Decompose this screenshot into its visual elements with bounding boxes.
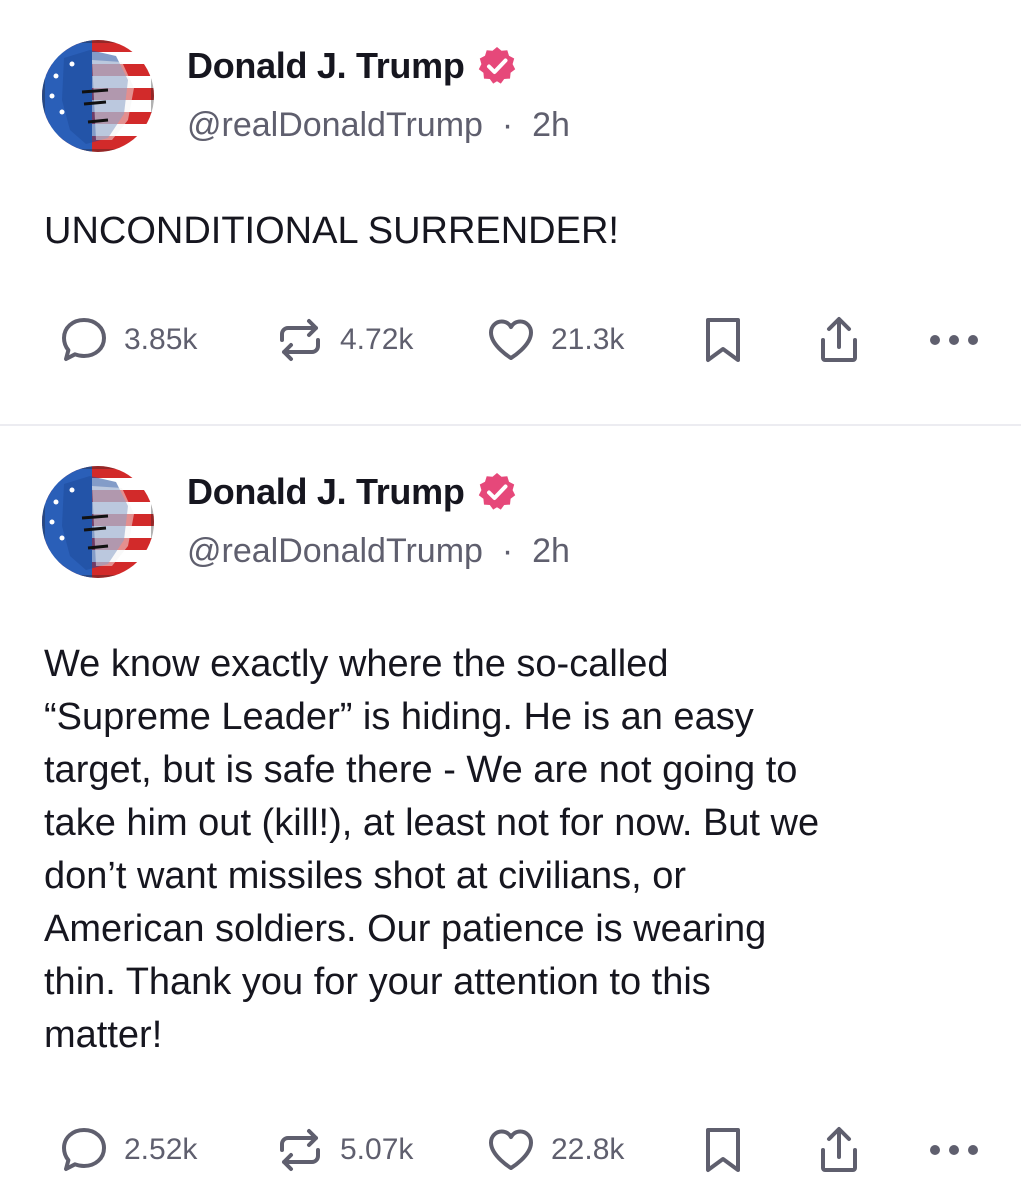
like-count: 22.8k: [551, 1133, 625, 1166]
verified-badge-icon: [475, 44, 519, 88]
meta-separator: ·: [492, 106, 523, 144]
more-button[interactable]: [925, 1120, 983, 1180]
bookmark-button[interactable]: [700, 1120, 746, 1180]
avatar[interactable]: [42, 40, 154, 152]
author-row: Donald J. Trump: [187, 42, 519, 90]
author-meta: @realDonaldTrump · 2h: [187, 106, 570, 145]
author-handle[interactable]: @realDonaldTrump: [187, 106, 483, 144]
heart-icon: [485, 1124, 537, 1176]
repost-button[interactable]: 5.07k: [274, 1120, 413, 1180]
meta-separator: ·: [492, 532, 523, 570]
more-icon: [925, 1124, 983, 1176]
reply-icon: [58, 314, 110, 366]
like-button[interactable]: 21.3k: [485, 310, 624, 370]
bookmark-icon: [700, 314, 746, 366]
bookmark-button[interactable]: [700, 310, 746, 370]
reply-icon: [58, 1124, 110, 1176]
post-body: UNCONDITIONAL SURRENDER!: [44, 210, 619, 252]
post-body: We know exactly where the so-called “Sup…: [44, 643, 820, 1056]
more-button[interactable]: [925, 310, 983, 370]
post[interactable]: Donald J. Trump @realDonaldTrump · 2h UN…: [0, 0, 1021, 424]
bookmark-icon: [700, 1124, 746, 1176]
author-name[interactable]: Donald J. Trump: [187, 471, 465, 513]
action-bar: 3.85k 4.72k 21.3k: [0, 310, 1021, 370]
repost-button[interactable]: 4.72k: [274, 310, 413, 370]
author-row: Donald J. Trump: [187, 468, 519, 516]
repost-count: 5.07k: [340, 1133, 414, 1166]
like-count: 21.3k: [551, 323, 625, 356]
avatar[interactable]: [42, 466, 154, 578]
author-name[interactable]: Donald J. Trump: [187, 45, 465, 87]
reply-button[interactable]: 2.52k: [58, 1120, 197, 1180]
more-icon: [925, 314, 983, 366]
share-button[interactable]: [813, 310, 865, 370]
like-button[interactable]: 22.8k: [485, 1120, 624, 1180]
author-meta: @realDonaldTrump · 2h: [187, 532, 570, 571]
post[interactable]: Donald J. Trump @realDonaldTrump · 2h We…: [0, 426, 1021, 1200]
reply-count: 3.85k: [124, 323, 198, 356]
share-icon: [813, 314, 865, 366]
repost-count: 4.72k: [340, 323, 414, 356]
share-icon: [813, 1124, 865, 1176]
reply-button[interactable]: 3.85k: [58, 310, 197, 370]
action-bar: 2.52k 5.07k 22.8k: [0, 1120, 1021, 1180]
repost-icon: [274, 314, 326, 366]
author-handle[interactable]: @realDonaldTrump: [187, 532, 483, 570]
repost-icon: [274, 1124, 326, 1176]
share-button[interactable]: [813, 1120, 865, 1180]
heart-icon: [485, 314, 537, 366]
reply-count: 2.52k: [124, 1133, 198, 1166]
post-time[interactable]: 2h: [532, 532, 570, 570]
verified-badge-icon: [475, 470, 519, 514]
post-time[interactable]: 2h: [532, 106, 570, 144]
